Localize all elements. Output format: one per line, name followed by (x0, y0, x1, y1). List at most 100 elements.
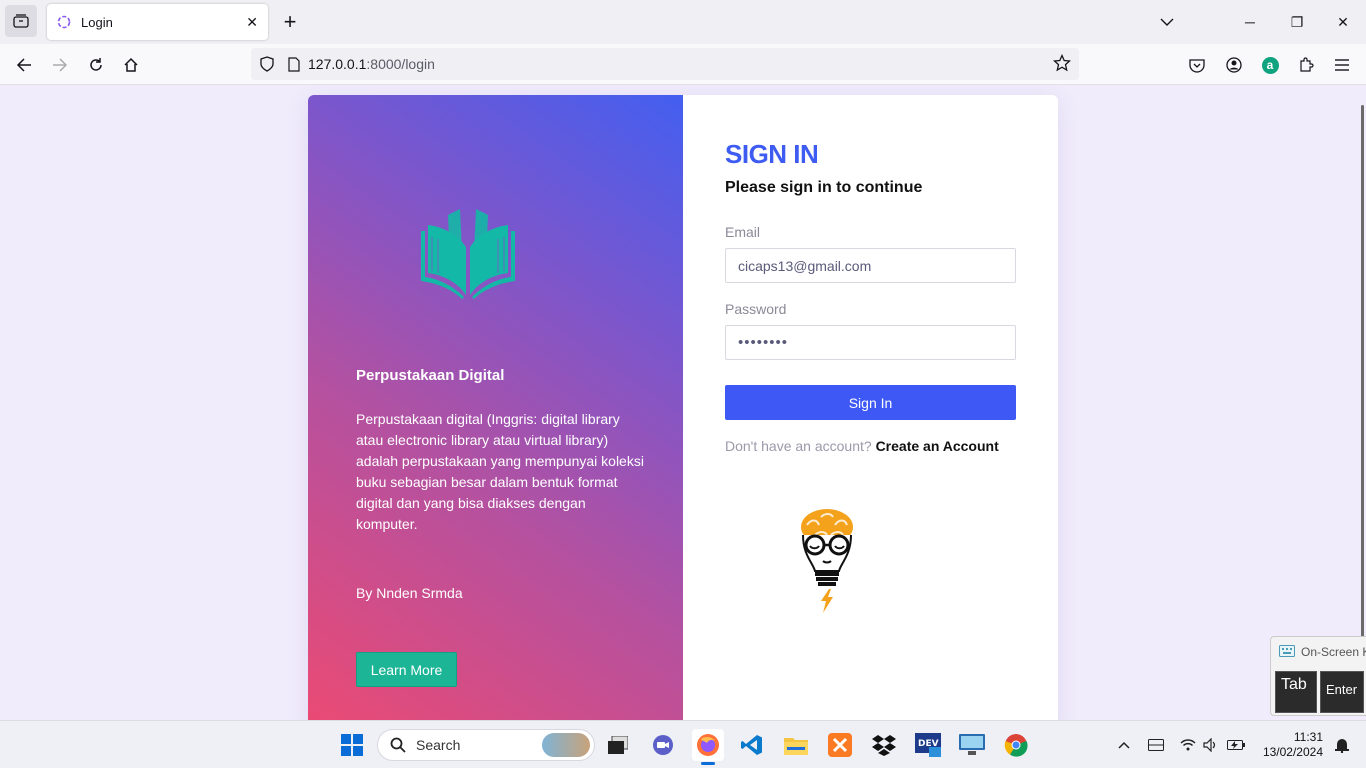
active-indicator (701, 762, 715, 765)
firefox-taskbar-button[interactable] (692, 729, 724, 765)
show-hidden-icons-button[interactable] (1108, 729, 1140, 761)
chevron-up-icon (1118, 741, 1130, 749)
tab-close-icon[interactable]: ✕ (246, 14, 258, 31)
url-text: 127.0.0.1:8000/login (308, 56, 435, 72)
restore-button[interactable]: ❐ (1283, 8, 1311, 36)
page-viewport: Perpustakaan Digital Perpustakaan digita… (0, 85, 1366, 720)
clock-time: 11:31 (1293, 730, 1323, 744)
chrome-taskbar-button[interactable] (1000, 729, 1032, 761)
notifications-button[interactable] (1326, 729, 1358, 761)
menu-button[interactable] (1327, 50, 1357, 80)
search-label: Search (416, 737, 461, 753)
close-window-button[interactable]: ✕ (1329, 8, 1357, 36)
login-card: Perpustakaan Digital Perpustakaan digita… (308, 95, 1058, 720)
display-icon (1148, 739, 1164, 751)
battery-charging-icon (1227, 740, 1245, 750)
tray-display-button[interactable] (1140, 729, 1172, 761)
page-scrollbar[interactable] (1361, 105, 1364, 715)
xampp-icon (828, 733, 852, 757)
email-field[interactable]: cicaps13@gmail.com (725, 248, 1016, 283)
windows-logo-icon (341, 734, 363, 756)
vscode-taskbar-button[interactable] (736, 729, 768, 761)
puzzle-icon (1300, 57, 1314, 72)
clock-date: 13/02/2024 (1262, 745, 1323, 759)
search-icon (390, 737, 406, 753)
account-icon (1226, 57, 1242, 73)
panel-description: Perpustakaan digital (Inggris: digital l… (356, 411, 644, 532)
lightbulb-brain-mascot-icon (801, 509, 853, 613)
no-account-text: Don't have an account? (725, 438, 872, 454)
task-view-button[interactable] (602, 729, 634, 761)
search-highlight-image-icon (542, 733, 590, 757)
arrow-right-icon (53, 58, 68, 72)
keyboard-icon (1279, 645, 1295, 657)
vscode-icon (741, 735, 762, 755)
info-panel: Perpustakaan Digital Perpustakaan digita… (308, 95, 683, 720)
monitor-icon (959, 734, 985, 755)
minimize-button[interactable]: ─ (1236, 8, 1264, 36)
extension-a-icon: a (1261, 56, 1279, 74)
browser-tab-bar: Login ✕ + ─ ❐ ✕ (0, 0, 1366, 44)
devcpp-icon: DEV (915, 733, 941, 757)
reload-icon (90, 58, 102, 71)
battery-button[interactable] (1220, 729, 1252, 761)
create-account-link[interactable]: Create an Account (876, 438, 999, 454)
url-path: :8000/login (366, 56, 435, 72)
xampp-taskbar-button[interactable] (824, 729, 856, 761)
shield-icon (260, 56, 274, 72)
email-label: Email (725, 224, 761, 240)
learn-more-button[interactable]: Learn More (356, 652, 457, 687)
osk-tab-key[interactable]: Tab (1275, 671, 1317, 713)
address-bar[interactable]: 127.0.0.1:8000/login (251, 48, 1079, 80)
taskbar-search[interactable]: Search (377, 729, 595, 761)
devc-taskbar-button[interactable]: DEV (912, 729, 944, 761)
file-explorer-taskbar-button[interactable] (780, 729, 812, 761)
reload-button[interactable] (81, 50, 111, 80)
sign-in-subtitle: Please sign in to continue (725, 179, 923, 196)
start-button[interactable] (336, 729, 368, 761)
extension-a-button[interactable]: a (1255, 50, 1285, 80)
open-book-logo-icon (421, 209, 515, 299)
password-label: Password (725, 301, 787, 317)
sign-in-button[interactable]: Sign In (725, 385, 1016, 420)
url-host: 127.0.0.1 (308, 56, 367, 72)
chrome-icon (1004, 734, 1028, 757)
meet-app-button[interactable] (647, 729, 679, 761)
sign-in-title: SIGN IN (725, 139, 819, 169)
arrow-left-icon (16, 58, 31, 72)
forward-button[interactable] (45, 50, 75, 80)
wifi-icon (1180, 739, 1196, 751)
password-field[interactable]: •••••••• (725, 325, 1016, 360)
folder-icon (784, 738, 808, 755)
video-chat-icon (653, 735, 673, 755)
tab-list-button[interactable] (5, 5, 37, 37)
page-icon (288, 56, 300, 72)
dropbox-taskbar-button[interactable] (868, 729, 900, 761)
pocket-button[interactable] (1182, 50, 1212, 80)
remote-app-taskbar-button[interactable] (956, 729, 988, 761)
osk-title: On-Screen K (1301, 645, 1366, 659)
osk-enter-key[interactable]: Enter (1320, 671, 1364, 713)
no-account-line: Don't have an account? Create an Account (725, 438, 999, 454)
windows-taskbar: Search DEV 11:31 13/02/2024 (0, 720, 1366, 768)
new-tab-button[interactable]: + (278, 8, 302, 36)
task-view-icon (608, 736, 628, 754)
notification-bell-icon (1335, 739, 1349, 753)
extensions-button[interactable] (1291, 50, 1321, 80)
tab-title: Login (81, 14, 113, 30)
pocket-icon (1189, 58, 1205, 73)
back-button[interactable] (9, 50, 39, 80)
dropbox-icon (872, 735, 896, 756)
tray-clock[interactable]: 11:31 13/02/2024 (1263, 730, 1323, 760)
chevron-down-icon (1160, 18, 1174, 26)
list-all-tabs-button[interactable] (1153, 8, 1181, 36)
browser-tab-login[interactable]: Login ✕ (47, 4, 268, 40)
sign-in-panel: SIGN IN Please sign in to continue Email… (683, 95, 1058, 720)
tab-list-icon (13, 14, 29, 28)
loading-spinner-icon (57, 15, 71, 29)
panel-author: By Nnden Srmda (356, 585, 463, 601)
account-button[interactable] (1219, 50, 1249, 80)
bookmark-star-icon[interactable] (1052, 53, 1072, 77)
panel-title: Perpustakaan Digital (356, 367, 505, 384)
home-button[interactable] (116, 50, 146, 80)
